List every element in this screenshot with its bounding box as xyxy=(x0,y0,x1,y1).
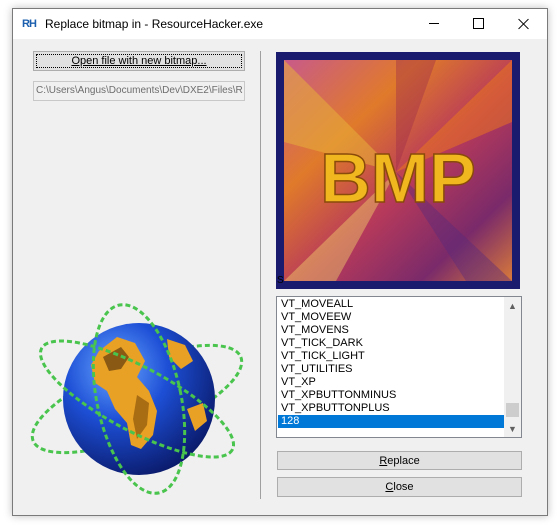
size-label: S xyxy=(277,275,284,286)
maximize-button[interactable] xyxy=(456,9,501,38)
replace-button[interactable]: Replace xyxy=(277,451,522,470)
resource-list-item[interactable]: VT_XP xyxy=(278,376,504,389)
bmp-preview-text: BMP xyxy=(320,139,476,217)
resource-list-item[interactable]: VT_XPBUTTONMINUS xyxy=(278,389,504,402)
close-icon xyxy=(518,18,530,30)
resource-list-item[interactable]: 128 xyxy=(278,415,504,428)
resource-list-item[interactable]: VT_MOVEEW xyxy=(278,311,504,324)
resource-list-item[interactable]: VT_MOVEALL xyxy=(278,298,504,311)
replace-button-accel: R xyxy=(379,454,388,467)
close-button[interactable]: Close xyxy=(277,477,522,497)
scroll-up-arrow-icon[interactable]: ▲ xyxy=(504,297,521,314)
resource-list-item[interactable]: VT_MOVENS xyxy=(278,324,504,337)
scroll-down-arrow-icon[interactable]: ▼ xyxy=(504,420,521,437)
resource-list-item[interactable]: VT_TICK_DARK xyxy=(278,337,504,350)
resource-list-items: VT_MOVEALL VT_MOVEEW VT_MOVENS VT_TICK_DARK… xyxy=(278,298,504,428)
panel-separator xyxy=(260,51,261,499)
globe-with-orbits-image xyxy=(30,303,244,495)
minimize-button[interactable] xyxy=(411,9,456,38)
maximize-icon xyxy=(473,18,484,29)
title-bar[interactable]: RH Replace bitmap in - ResourceHacker.ex… xyxy=(13,9,547,39)
replace-bitmap-dialog: RH Replace bitmap in - ResourceHacker.ex… xyxy=(12,8,548,516)
close-button-accel: C xyxy=(385,481,394,493)
resource-list-item[interactable]: VT_UTILITIES xyxy=(278,363,504,376)
resource-list-item[interactable]: VT_XPBUTTONPLUS xyxy=(278,402,504,415)
minimize-icon xyxy=(428,23,439,24)
close-window-button[interactable] xyxy=(501,9,546,38)
scrollbar-thumb[interactable] xyxy=(506,403,519,417)
open-file-button[interactable]: Open file with new bitmap... xyxy=(33,51,245,71)
resource-hacker-app-icon: RH xyxy=(22,18,37,30)
focus-rectangle xyxy=(36,54,242,68)
replace-button-label: eplace xyxy=(387,454,420,467)
listbox-scrollbar[interactable]: ▲ ▼ xyxy=(504,297,521,437)
file-path-field: C:\Users\Angus\Documents\Dev\DXE2\Files\… xyxy=(33,81,245,101)
resource-listbox[interactable]: VT_MOVEALL VT_MOVEEW VT_MOVENS VT_TICK_DARK… xyxy=(276,296,522,438)
resource-list-item[interactable]: VT_TICK_LIGHT xyxy=(278,350,504,363)
window-title: Replace bitmap in - ResourceHacker.exe xyxy=(45,17,264,31)
bitmap-preview-image: BMP xyxy=(276,52,520,289)
close-button-label: lose xyxy=(393,481,414,493)
